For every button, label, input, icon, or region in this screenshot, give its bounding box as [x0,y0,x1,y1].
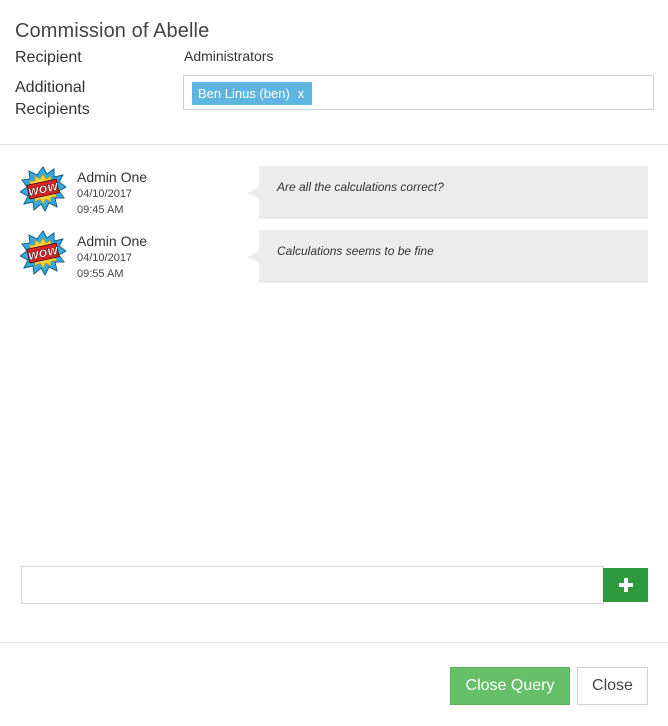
message-author: Admin One [77,233,148,249]
wow-comic-burst-icon: WOW [20,230,66,276]
add-message-button[interactable] [603,568,648,602]
additional-recipients-label: Additional Recipients [15,79,90,118]
additional-recipients-input[interactable]: Ben Linus (ben) x [183,75,654,110]
close-query-button[interactable]: Close Query [450,667,570,705]
recipient-tag-label: Ben Linus (ben) [198,86,290,101]
wow-comic-burst-icon: WOW [20,166,66,212]
message-input[interactable] [21,566,604,604]
message-author: Admin One [77,169,148,185]
message-date: 04/10/2017 [77,188,133,200]
header-divider [0,144,668,145]
message-time: 09:55 AM [77,268,124,280]
recipient-tag: Ben Linus (ben) x [192,82,313,105]
close-button[interactable]: Close [577,667,648,705]
message-meta: Admin One 04/10/2017 09:55 AM [77,233,147,282]
dialog-title: Commission of Abelle [15,20,210,42]
message-item: WOW Admin One 04/10/2017 09:45 AM Are al… [20,166,650,221]
recipient-value: Administrators [184,48,274,64]
message-item: WOW Admin One 04/10/2017 09:55 AM Calcul… [20,230,650,285]
recipient-label: Recipient [15,49,82,66]
message-time: 09:45 AM [77,204,124,216]
plus-icon [618,578,633,592]
message-meta: Admin One 04/10/2017 09:45 AM [77,169,147,218]
message-date: 04/10/2017 [77,252,133,264]
message-bubble: Calculations seems to be fine [247,230,648,283]
remove-tag-icon[interactable]: x [298,82,305,105]
footer-divider [0,642,668,643]
message-bubble: Are all the calculations correct? [247,166,648,219]
